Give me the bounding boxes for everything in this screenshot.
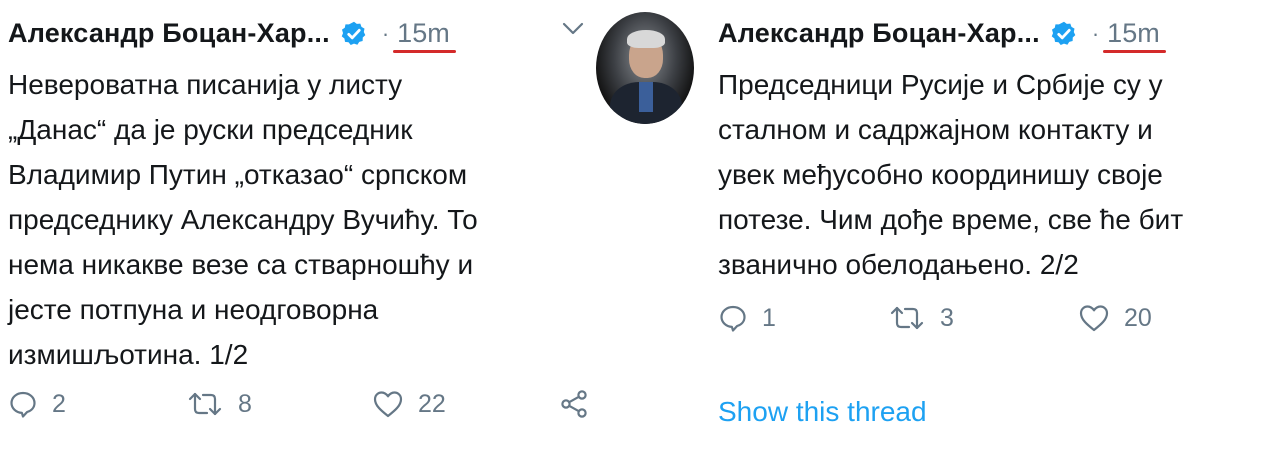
like-count: 22: [418, 389, 446, 418]
reply-button[interactable]: 1: [718, 303, 888, 333]
retweet-button[interactable]: 8: [186, 389, 372, 419]
author-name[interactable]: Александр Боцан-Хар...: [8, 18, 330, 49]
retweet-count: 8: [238, 389, 252, 418]
separator-dot: ·: [381, 20, 390, 46]
verified-icon: [1051, 21, 1076, 45]
timestamp[interactable]: 15m: [393, 18, 456, 53]
tweet-actions: 1 3 20: [718, 303, 1262, 333]
reply-count: 2: [52, 389, 66, 418]
retweet-icon: [890, 306, 924, 330]
retweet-button[interactable]: 3: [888, 303, 1078, 333]
verified-icon: [341, 21, 366, 45]
reply-icon: [720, 305, 746, 332]
share-button[interactable]: [558, 388, 590, 420]
chevron-down-icon[interactable]: [562, 22, 584, 36]
author-name[interactable]: Александр Боцан-Хар...: [718, 18, 1040, 49]
reply-count: 1: [762, 303, 776, 332]
like-button[interactable]: 20: [1078, 303, 1262, 333]
tweet-header: Александр Боцан-Хар... · 15m: [8, 18, 456, 53]
tweet-text: Невероватна писанија у листу „Данас“ да …: [8, 69, 478, 370]
tweet-2[interactable]: Александр Боцан-Хар... · 15m Председници…: [596, 0, 1262, 452]
avatar[interactable]: [596, 12, 694, 124]
separator-dot: ·: [1091, 20, 1100, 46]
reply-icon: [10, 391, 36, 418]
timestamp[interactable]: 15m: [1103, 18, 1166, 53]
reply-button[interactable]: 2: [8, 389, 186, 419]
heart-icon: [373, 391, 403, 418]
like-button[interactable]: 22: [372, 389, 558, 419]
share-icon: [561, 390, 587, 418]
retweet-icon: [188, 392, 222, 416]
heart-icon: [1079, 305, 1109, 332]
tweet-header: Александр Боцан-Хар... · 15m: [718, 18, 1166, 53]
like-count: 20: [1124, 303, 1152, 332]
show-thread-link[interactable]: Show this thread: [718, 396, 927, 428]
tweet-1[interactable]: Александр Боцан-Хар... · 15m Невероватна…: [0, 0, 600, 452]
retweet-count: 3: [940, 303, 954, 332]
tweet-text: Председници Русије и Србије су у сталном…: [718, 69, 1184, 280]
tweet-actions: 2 8 22: [8, 388, 590, 420]
